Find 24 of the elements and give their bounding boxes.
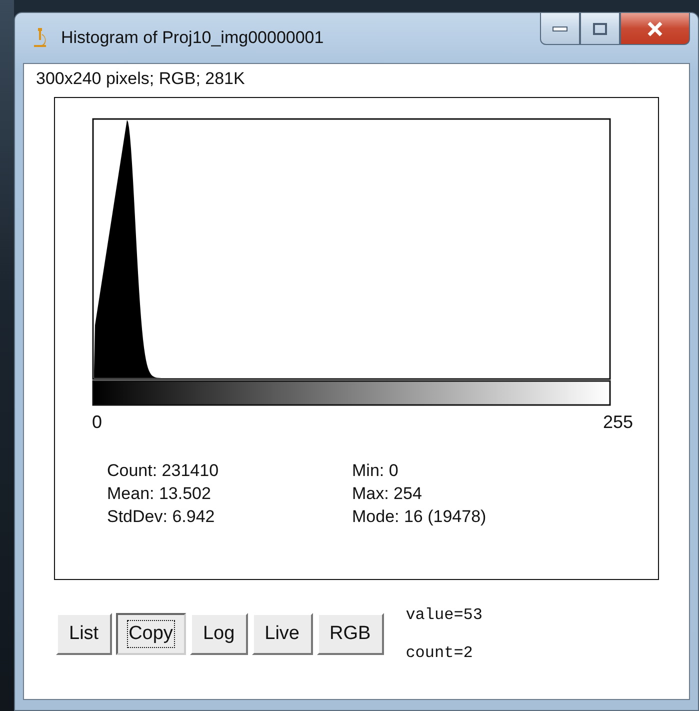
readout-text: count=2: [406, 644, 474, 662]
maximize-icon: [593, 22, 607, 34]
toolbar-button[interactable]: Log: [190, 613, 248, 655]
readout-text: value=53: [406, 606, 482, 624]
toolbar-button[interactable]: Copy: [116, 613, 186, 655]
axis-label: 255: [602, 412, 633, 433]
minimize-button[interactable]: [540, 13, 580, 45]
stat-label: Mode: 16 (19478): [352, 507, 488, 527]
stat-label: Count: 231410: [107, 461, 220, 481]
window-title: Histogram of Proj10_img00000001: [61, 28, 325, 48]
stat-label: Min: 0: [352, 461, 400, 481]
toolbar-button[interactable]: Live: [252, 613, 312, 655]
stat-label: Max: 254: [352, 484, 423, 504]
microscope-icon: [33, 27, 47, 49]
maximize-button[interactable]: [580, 13, 620, 45]
toolbar-button[interactable]: List: [56, 613, 112, 655]
close-button[interactable]: [620, 13, 690, 45]
close-icon: [646, 20, 664, 36]
axis-label: 0: [92, 412, 102, 433]
minimize-icon: [552, 26, 568, 32]
image-info: 300x240 pixels; RGB; 281K: [35, 68, 246, 90]
stat-label: StdDev: 6.942: [107, 507, 216, 527]
stat-label: Mean: 13.502: [107, 484, 212, 504]
toolbar-button[interactable]: RGB: [316, 613, 384, 655]
